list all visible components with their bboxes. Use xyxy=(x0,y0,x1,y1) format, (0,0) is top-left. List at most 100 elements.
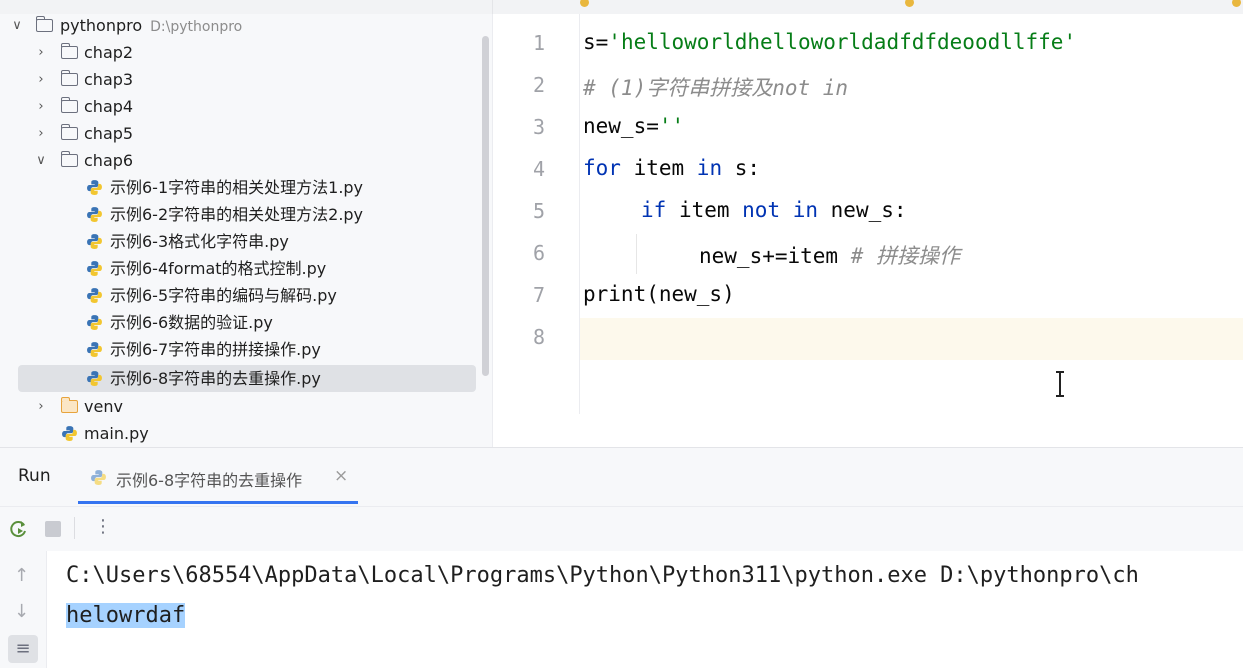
tree-item-label: chap3 xyxy=(84,70,134,89)
tree-item-folder[interactable]: › chap2 xyxy=(0,39,492,66)
line-number: 6 xyxy=(532,241,545,265)
chevron-right-icon[interactable]: › xyxy=(34,66,48,93)
indent-guide xyxy=(636,234,637,274)
tree-item-label: 示例6-2字符串的相关处理方法2.py xyxy=(110,205,364,224)
tree-item-folder[interactable]: › venv xyxy=(0,393,492,420)
tree-item-file[interactable]: 示例6-6数据的验证.py xyxy=(0,309,492,336)
python-file-icon xyxy=(87,315,102,330)
python-file-icon xyxy=(87,288,102,303)
folder-icon xyxy=(35,16,53,32)
tree-item-label: 示例6-6数据的验证.py xyxy=(110,313,273,332)
line-number: 5 xyxy=(532,199,545,223)
tree-item-label: 示例6-3格式化字符串.py xyxy=(110,232,289,251)
python-file-icon xyxy=(905,0,914,7)
rerun-icon[interactable] xyxy=(9,519,29,539)
tree-item-file[interactable]: 示例6-4format的格式控制.py xyxy=(0,255,492,282)
project-path: D:\pythonpro xyxy=(150,19,243,35)
selected-output-text: helowrdaf xyxy=(66,603,186,628)
divider xyxy=(492,0,493,14)
more-options-icon[interactable]: ⋮ xyxy=(94,516,112,537)
folder-icon xyxy=(60,70,78,86)
python-file-icon xyxy=(87,371,102,386)
close-icon[interactable]: × xyxy=(334,466,348,486)
tree-item-folder[interactable]: › chap5 xyxy=(0,120,492,147)
tree-item-file[interactable]: 示例6-2字符串的相关处理方法2.py xyxy=(0,201,492,228)
code-line-5: if item not in new_s: xyxy=(641,198,907,222)
code-line-3: new_s='' xyxy=(583,114,685,138)
tree-item-label: venv xyxy=(84,397,123,416)
chevron-right-icon[interactable]: › xyxy=(34,120,48,147)
python-file-icon xyxy=(87,207,102,222)
line-number: 3 xyxy=(532,115,545,139)
folder-icon xyxy=(60,97,78,113)
scroll-down-icon[interactable]: ↓ xyxy=(14,601,29,622)
tree-item-file-selected[interactable]: 示例6-8字符串的去重操作.py xyxy=(0,365,492,392)
tree-item-file[interactable]: 示例6-7字符串的拼接操作.py xyxy=(0,336,492,363)
python-file-icon xyxy=(62,426,77,441)
folder-excluded-icon xyxy=(60,397,78,413)
scroll-up-icon[interactable]: ↑ xyxy=(14,565,29,586)
tree-item-label: 示例6-7字符串的拼接操作.py xyxy=(110,340,321,359)
tree-item-file[interactable]: 示例6-3格式化字符串.py xyxy=(0,228,492,255)
python-file-icon xyxy=(91,470,106,485)
tree-item-label: chap5 xyxy=(84,124,134,143)
run-toolbar: ⋮ xyxy=(0,506,1243,552)
console-output[interactable]: ↑ ↓ ≡ C:\Users\68554\AppData\Local\Progr… xyxy=(0,551,1243,668)
chevron-down-icon[interactable]: ∨ xyxy=(34,147,48,174)
python-file-icon xyxy=(1232,0,1241,7)
console-output-line: helowrdaf xyxy=(66,603,186,628)
code-line-6: new_s+=item # 拼接操作 xyxy=(699,244,961,268)
tree-item-folder[interactable]: ∨ chap6 xyxy=(0,147,492,174)
code-line-2: # (1)字符串拼接及not in xyxy=(583,76,849,100)
python-file-icon xyxy=(87,261,102,276)
code-line-1: s='helloworldhelloworldadfdfdeoodllffe' xyxy=(583,30,1077,54)
chevron-right-icon[interactable]: › xyxy=(34,93,48,120)
toolbar-separator xyxy=(74,517,75,539)
tree-item-folder[interactable]: › chap3 xyxy=(0,66,492,93)
editor-tab-strip xyxy=(0,0,1243,15)
console-side-toolbar: ↑ ↓ ≡ xyxy=(0,551,47,668)
python-file-icon xyxy=(87,180,102,195)
folder-icon xyxy=(60,43,78,59)
tree-item-label: 示例6-8字符串的去重操作.py xyxy=(110,369,321,388)
scrollbar[interactable] xyxy=(482,36,489,376)
line-number: 7 xyxy=(532,283,545,307)
active-tab-indicator xyxy=(78,501,358,504)
line-number-gutter: 1 2 3 4 5 6 7 8 xyxy=(493,14,580,414)
tree-item-label: chap2 xyxy=(84,43,134,62)
tree-item-label: 示例6-5字符串的编码与解码.py xyxy=(110,286,337,305)
run-tool-window: Run 示例6-8字符串的去重操作 × ⋮ ↑ ↓ ≡ C:\Users\685… xyxy=(0,447,1243,668)
code-editor[interactable]: 1 2 3 4 5 6 7 8 s='helloworldhelloworlda… xyxy=(493,14,1243,447)
project-name: pythonpro xyxy=(60,16,143,35)
folder-icon xyxy=(60,151,78,167)
code-line-7: print(new_s) xyxy=(583,282,735,306)
text-cursor-icon xyxy=(1056,371,1064,397)
line-number: 4 xyxy=(532,157,545,181)
folder-icon xyxy=(60,124,78,140)
tree-item-label: chap6 xyxy=(84,151,134,170)
soft-wrap-icon[interactable]: ≡ xyxy=(8,635,38,663)
run-tab-bar: Run 示例6-8字符串的去重操作 × xyxy=(0,448,1243,504)
run-tab-label: 示例6-8字符串的去重操作 xyxy=(116,471,303,490)
tree-item-file[interactable]: main.py xyxy=(0,420,492,447)
line-number: 8 xyxy=(532,325,545,349)
tree-item-label: main.py xyxy=(84,424,149,443)
tree-item-root[interactable]: ∨ pythonpro D:\pythonpro xyxy=(0,14,492,39)
current-line-highlight xyxy=(580,318,1243,360)
tree-item-label: chap4 xyxy=(84,97,134,116)
chevron-right-icon[interactable]: › xyxy=(34,393,48,420)
python-file-icon xyxy=(87,234,102,249)
code-line-4: for item in s: xyxy=(583,156,761,180)
python-file-icon xyxy=(87,342,102,357)
tree-item-file[interactable]: 示例6-5字符串的编码与解码.py xyxy=(0,282,492,309)
run-panel-title: Run xyxy=(18,466,51,486)
chevron-down-icon[interactable]: ∨ xyxy=(10,14,24,39)
run-config-tab[interactable]: 示例6-8字符串的去重操作 × xyxy=(78,456,358,504)
stop-icon[interactable] xyxy=(45,521,61,537)
tree-item-file[interactable]: 示例6-1字符串的相关处理方法1.py xyxy=(0,174,492,201)
chevron-right-icon[interactable]: › xyxy=(34,39,48,66)
console-command-line: C:\Users\68554\AppData\Local\Programs\Py… xyxy=(66,563,1139,588)
python-file-icon xyxy=(580,0,589,7)
tree-item-folder[interactable]: › chap4 xyxy=(0,93,492,120)
line-number: 2 xyxy=(532,73,545,97)
